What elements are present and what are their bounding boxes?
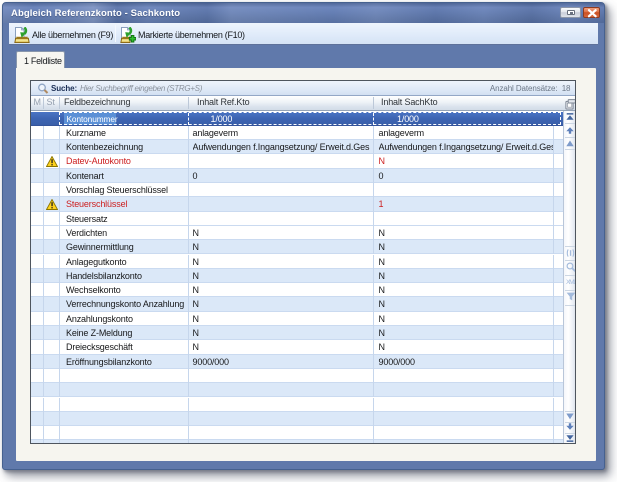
svg-text:XML: XML bbox=[566, 279, 576, 285]
